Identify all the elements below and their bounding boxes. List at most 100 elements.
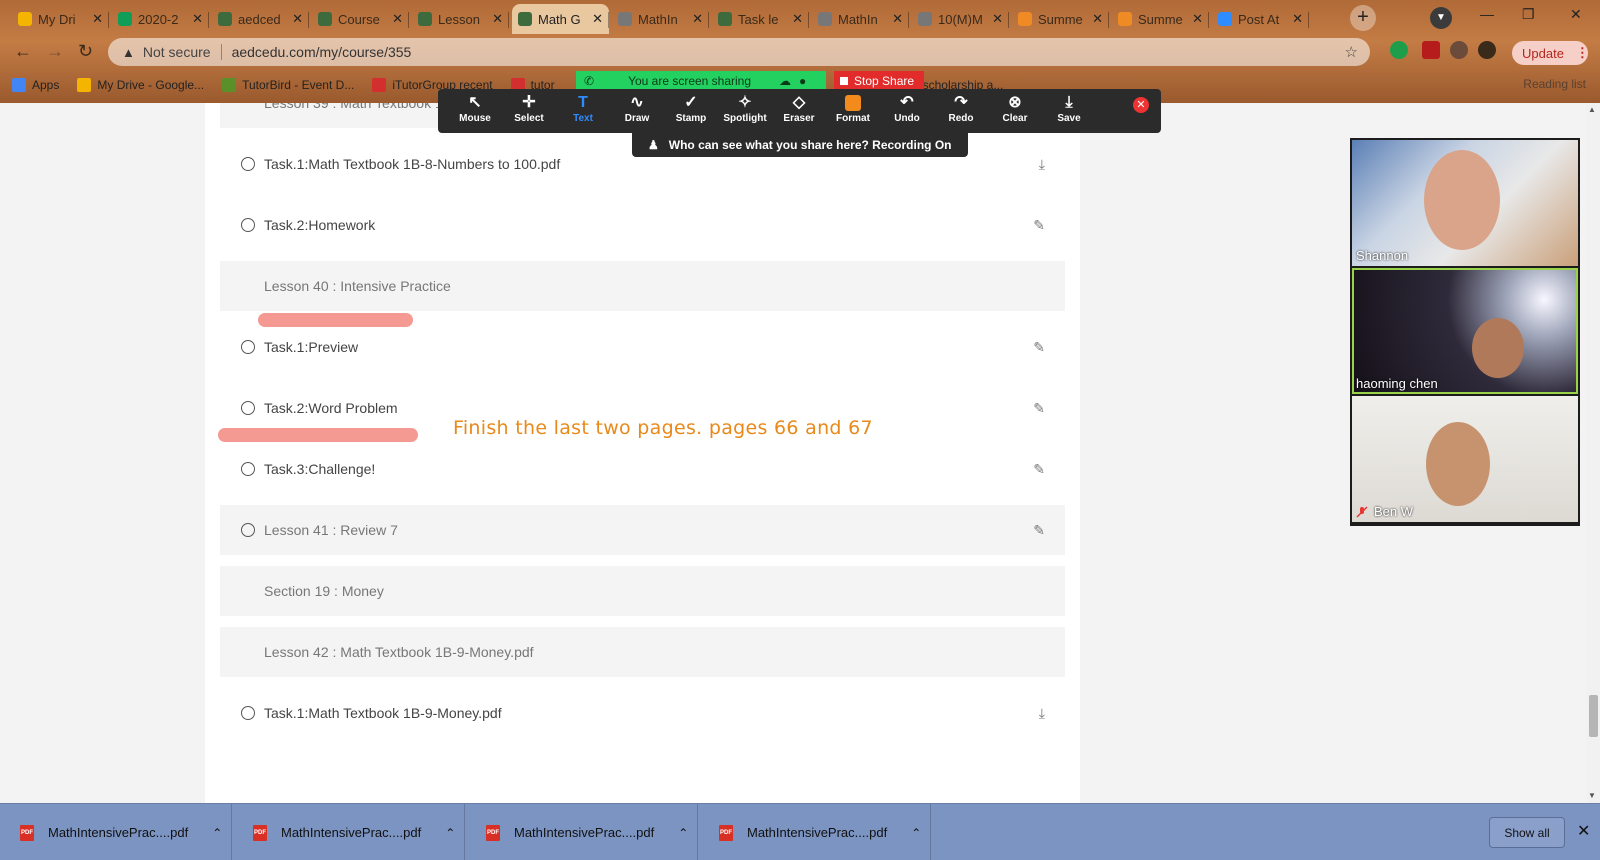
close-tab-icon[interactable]: ✕ — [92, 11, 103, 27]
row-title[interactable]: Task.3:Challenge! — [264, 461, 375, 477]
task-row[interactable]: Task.1:Preview ✎ — [220, 322, 1065, 372]
browser-tab[interactable]: Summe ✕ — [1012, 4, 1109, 34]
browser-tab[interactable]: 2020-2 ✕ — [112, 4, 209, 34]
download-item[interactable]: PDF MathIntensivePrac....pdf ⌃ — [0, 804, 232, 860]
tool-text[interactable]: T Text — [556, 89, 610, 124]
security-label[interactable]: Not secure — [143, 44, 211, 60]
participant-video[interactable]: haoming chen — [1352, 268, 1578, 394]
scroll-thumb[interactable] — [1589, 695, 1598, 737]
close-tab-icon[interactable]: ✕ — [492, 11, 503, 27]
radio-button[interactable] — [241, 401, 255, 415]
forward-icon[interactable]: → — [46, 41, 64, 62]
close-tab-icon[interactable]: ✕ — [1292, 11, 1303, 27]
close-tab-icon[interactable]: ✕ — [392, 11, 403, 27]
chevron-up-icon[interactable]: ⌃ — [445, 826, 455, 840]
bookmark-star-icon[interactable]: ☆ — [1345, 43, 1358, 61]
chevron-up-icon[interactable]: ⌃ — [678, 826, 688, 840]
close-window-icon[interactable]: ✕ — [1570, 6, 1582, 23]
show-all-button[interactable]: Show all — [1489, 817, 1565, 848]
puzzle-icon[interactable] — [1450, 41, 1468, 59]
chevron-up-icon[interactable]: ⌃ — [911, 826, 921, 840]
download-item[interactable]: PDF MathIntensivePrac....pdf ⌃ — [699, 804, 931, 860]
tool-mouse[interactable]: ↖ Mouse — [448, 89, 502, 124]
row-title[interactable]: Lesson 42 : Math Textbook 1B-9-Money.pdf — [264, 644, 534, 660]
lesson-row[interactable]: Lesson 41 : Review 7 ✎ — [220, 505, 1065, 555]
task-row[interactable]: Task.1:Math Textbook 1B-9-Money.pdf ⤓ — [220, 688, 1065, 738]
chevron-up-icon[interactable]: ⌃ — [212, 826, 222, 840]
browser-tab[interactable]: Lesson ✕ — [412, 4, 509, 34]
row-title[interactable]: Task.1:Math Textbook 1B-9-Money.pdf — [264, 705, 502, 721]
row-title[interactable]: Task.1:Math Textbook 1B-8-Numbers to 100… — [264, 156, 560, 172]
browser-tab[interactable]: MathIn ✕ — [812, 4, 909, 34]
pencil-icon[interactable]: ✎ — [1033, 400, 1045, 417]
restore-icon[interactable]: ❐ — [1522, 6, 1535, 23]
row-title[interactable]: Task.2:Word Problem — [264, 400, 398, 416]
scroll-up-icon[interactable]: ▲ — [1588, 105, 1596, 114]
lesson-row[interactable]: Section 19 : Money — [220, 566, 1065, 616]
radio-button[interactable] — [241, 523, 255, 537]
video-gallery[interactable]: Shannon haoming chen Ben W — [1350, 138, 1580, 526]
close-tab-icon[interactable]: ✕ — [1092, 11, 1103, 27]
download-item[interactable]: PDF MathIntensivePrac....pdf ⌃ — [233, 804, 465, 860]
bookmark-item[interactable]: Apps — [12, 77, 59, 92]
browser-tab[interactable]: Post At ✕ — [1212, 4, 1309, 34]
close-tab-icon[interactable]: ✕ — [692, 11, 703, 27]
close-tab-icon[interactable]: ✕ — [992, 11, 1003, 27]
back-icon[interactable]: ← — [14, 41, 32, 62]
task-row[interactable]: Task.3:Challenge! ✎ — [220, 444, 1065, 494]
tab-search-button[interactable]: ▼ — [1430, 7, 1452, 29]
lesson-row[interactable]: Lesson 42 : Math Textbook 1B-9-Money.pdf — [220, 627, 1065, 677]
profile-avatar[interactable] — [1478, 41, 1496, 59]
radio-button[interactable] — [241, 157, 255, 171]
close-tab-icon[interactable]: ✕ — [892, 11, 903, 27]
row-title[interactable]: Lesson 41 : Review 7 — [264, 522, 398, 538]
radio-button[interactable] — [241, 218, 255, 232]
download-item[interactable]: PDF MathIntensivePrac....pdf ⌃ — [466, 804, 698, 860]
task-row[interactable]: Task.2:Homework ✎ — [220, 200, 1065, 250]
pencil-icon[interactable]: ✎ — [1033, 339, 1045, 356]
pencil-icon[interactable]: ✎ — [1033, 217, 1045, 234]
close-tab-icon[interactable]: ✕ — [592, 11, 603, 27]
address-bar[interactable]: ▲ Not secure aedcedu.com/my/course/355 ☆ — [108, 38, 1370, 66]
tool-format[interactable]: Format — [826, 89, 880, 124]
lesson-row[interactable]: Lesson 40 : Intensive Practice — [220, 261, 1065, 311]
new-tab-button[interactable]: + — [1350, 5, 1376, 31]
close-tab-icon[interactable]: ✕ — [1192, 11, 1203, 27]
participant-video[interactable]: Shannon — [1352, 140, 1578, 266]
url-text[interactable]: aedcedu.com/my/course/355 — [232, 44, 412, 60]
warning-icon[interactable]: ▲ — [122, 45, 135, 60]
reload-icon[interactable]: ↻ — [78, 41, 93, 62]
row-title[interactable]: Lesson 40 : Intensive Practice — [264, 278, 451, 294]
bookmark-item[interactable]: TutorBird - Event D... — [222, 77, 354, 92]
browser-tab[interactable]: MathIn ✕ — [612, 4, 709, 34]
tool-draw[interactable]: ∿ Draw — [610, 89, 664, 124]
stop-share-button[interactable]: Stop Share — [834, 71, 924, 91]
browser-tab[interactable]: 10(M)M ✕ — [912, 4, 1009, 34]
ublock-icon[interactable] — [1422, 41, 1440, 59]
browser-tab[interactable]: Course ✕ — [312, 4, 409, 34]
pencil-icon[interactable]: ✎ — [1033, 522, 1045, 539]
close-tab-icon[interactable]: ✕ — [292, 11, 303, 27]
browser-tab[interactable]: Math G ✕ — [512, 4, 609, 34]
recording-notice[interactable]: ♟ Who can see what you share here? Recor… — [632, 133, 968, 157]
tool-eraser[interactable]: ◇ Eraser — [772, 89, 826, 124]
tool-select[interactable]: ✛ Select — [502, 89, 556, 124]
extension-icon[interactable] — [1390, 41, 1408, 59]
tool-clear[interactable]: ⊗ Clear — [988, 89, 1042, 124]
reading-list[interactable]: Reading list — [1523, 77, 1586, 91]
scroll-down-icon[interactable]: ▼ — [1588, 791, 1596, 800]
update-button[interactable]: Update ⋮ — [1512, 41, 1589, 65]
browser-tab[interactable]: Task le ✕ — [712, 4, 809, 34]
radio-button[interactable] — [241, 462, 255, 476]
tool-spotlight[interactable]: ✧ Spotlight — [718, 89, 772, 124]
close-tab-icon[interactable]: ✕ — [192, 11, 203, 27]
menu-dots-icon[interactable]: ⋮ — [1576, 45, 1589, 61]
tool-save[interactable]: ⤓ Save — [1042, 89, 1096, 124]
radio-button[interactable] — [241, 706, 255, 720]
minimize-icon[interactable]: — — [1480, 6, 1494, 22]
row-title[interactable]: Section 19 : Money — [264, 583, 384, 599]
radio-button[interactable] — [241, 340, 255, 354]
close-toolbar-icon[interactable]: ✕ — [1133, 97, 1149, 113]
browser-tab[interactable]: aedced ✕ — [212, 4, 309, 34]
participant-video[interactable]: Ben W — [1352, 396, 1578, 522]
